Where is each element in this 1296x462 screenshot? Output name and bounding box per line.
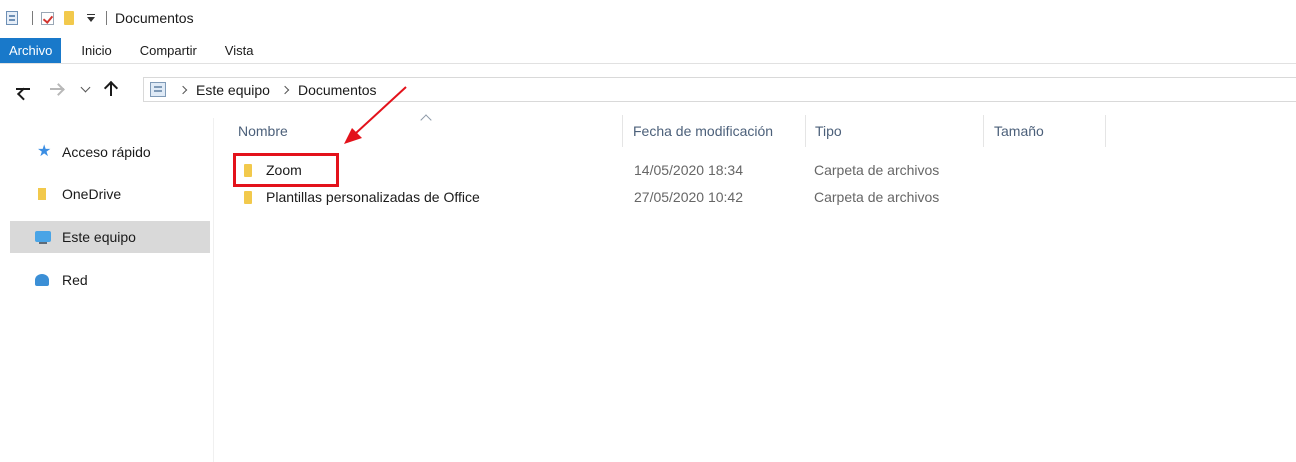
customize-toolbar-icon[interactable] xyxy=(86,12,96,24)
chevron-right-icon[interactable] xyxy=(280,85,290,94)
computer-icon xyxy=(150,82,166,97)
sidebar-item-label: Red xyxy=(62,272,88,288)
computer-icon xyxy=(35,231,51,244)
navigation-pane: ★ Acceso rápido OneDrive Este equipo Red xyxy=(0,118,214,462)
new-folder-icon[interactable] xyxy=(64,11,74,25)
column-divider[interactable] xyxy=(805,115,806,147)
arrow-left-icon xyxy=(16,88,30,90)
annotation-highlight-box xyxy=(233,153,339,187)
toolbar-separator xyxy=(106,11,107,25)
forward-button[interactable] xyxy=(44,76,70,102)
back-button[interactable] xyxy=(10,76,36,102)
breadcrumb-documentos[interactable]: Documentos xyxy=(298,82,377,98)
properties-icon[interactable] xyxy=(6,11,18,25)
window-title: Documentos xyxy=(115,10,194,26)
file-type: Carpeta de archivos xyxy=(814,162,940,178)
toolbar-separator xyxy=(32,11,33,25)
navigation-bar: Este equipo Documentos xyxy=(0,72,1296,106)
column-header-nombre[interactable]: Nombre xyxy=(236,112,622,150)
chevron-down-icon xyxy=(80,82,90,92)
folder-icon xyxy=(244,191,252,204)
arrow-right-icon xyxy=(50,88,64,90)
column-header-tipo[interactable]: Tipo xyxy=(815,112,980,150)
sidebar-item-label: Acceso rápido xyxy=(62,144,151,160)
file-date: 27/05/2020 10:42 xyxy=(634,189,743,205)
file-row[interactable]: Zoom 14/05/2020 18:34 Carpeta de archivo… xyxy=(236,158,1296,184)
sidebar-item-label: OneDrive xyxy=(62,186,122,202)
column-header-fecha[interactable]: Fecha de modificación xyxy=(633,112,803,150)
column-header-tamano[interactable]: Tamaño xyxy=(994,112,1104,150)
breadcrumb-este-equipo[interactable]: Este equipo xyxy=(196,82,270,98)
tab-compartir[interactable]: Compartir xyxy=(126,38,211,63)
tab-vista[interactable]: Vista xyxy=(211,38,268,63)
file-type: Carpeta de archivos xyxy=(814,189,940,205)
sidebar-item-label: Este equipo xyxy=(62,229,136,245)
tab-archivo[interactable]: Archivo xyxy=(0,38,62,63)
tab-inicio[interactable]: Inicio xyxy=(61,38,125,63)
network-icon xyxy=(35,274,49,286)
ribbon-tabs: Archivo Inicio Compartir Vista xyxy=(0,38,1296,64)
sidebar-item-acceso-rapido[interactable]: ★ Acceso rápido xyxy=(10,136,210,168)
folder-icon xyxy=(38,188,46,200)
file-date: 14/05/2020 18:34 xyxy=(634,162,743,178)
column-divider[interactable] xyxy=(983,115,984,147)
file-row[interactable]: Plantillas personalizadas de Office 27/0… xyxy=(236,185,1296,211)
check-icon[interactable] xyxy=(41,11,54,25)
column-divider[interactable] xyxy=(622,115,623,147)
up-button[interactable] xyxy=(98,76,124,102)
arrow-up-icon xyxy=(110,82,112,96)
title-bar: Documentos xyxy=(0,0,1296,36)
recent-locations-button[interactable] xyxy=(76,76,94,102)
sidebar-item-red[interactable]: Red xyxy=(10,264,210,296)
sidebar-item-este-equipo[interactable]: Este equipo xyxy=(10,221,210,253)
file-name: Plantillas personalizadas de Office xyxy=(266,189,480,205)
address-bar[interactable]: Este equipo Documentos xyxy=(143,77,1296,102)
sidebar-item-onedrive[interactable]: OneDrive xyxy=(10,178,210,210)
column-divider[interactable] xyxy=(1105,115,1106,147)
star-icon: ★ xyxy=(37,143,52,160)
chevron-right-icon[interactable] xyxy=(178,85,188,94)
